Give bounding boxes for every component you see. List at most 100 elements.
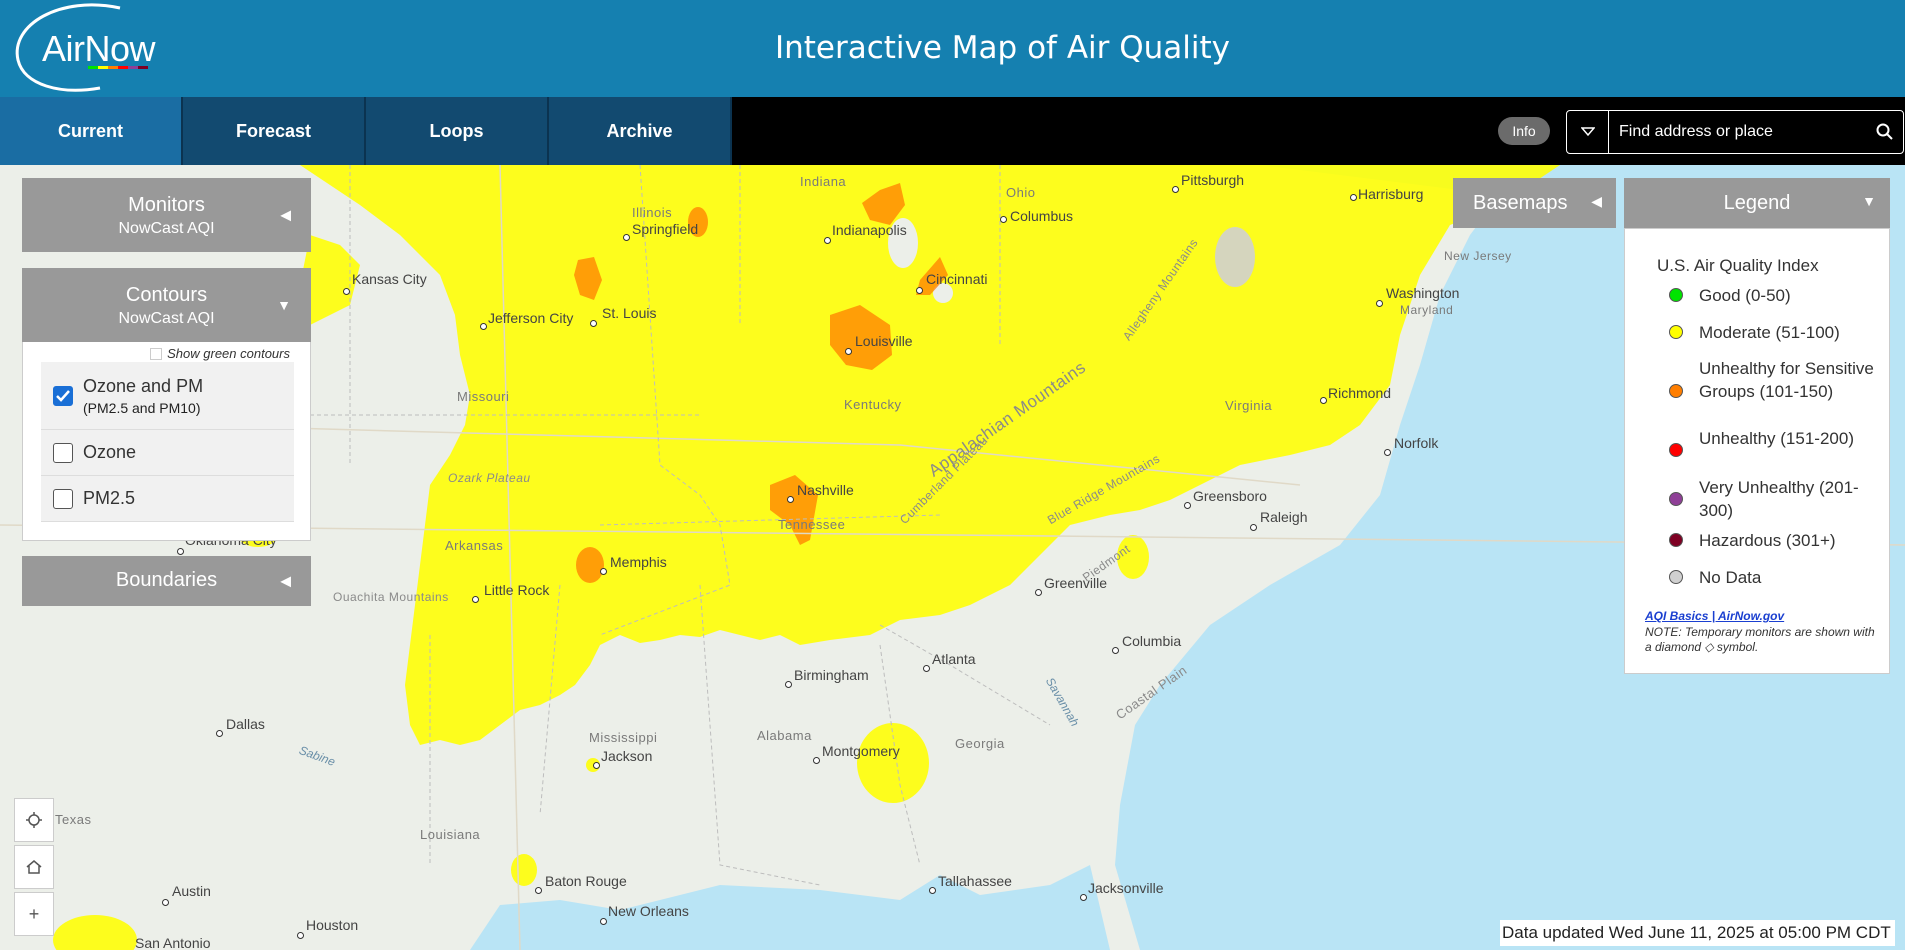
- city-label: Montgomery: [822, 743, 900, 759]
- city-dot: [216, 730, 223, 737]
- legend-panel-body: U.S. Air Quality Index Good (0-50) Moder…: [1624, 228, 1890, 674]
- contours-title: Contours: [125, 284, 208, 306]
- show-green-contours-checkbox[interactable]: [150, 347, 163, 360]
- contours-panel-body: Show green contours Ozone and PM (PM2.5 …: [22, 342, 311, 541]
- city-label: Baton Rouge: [545, 873, 627, 889]
- search-dropdown-button[interactable]: [1567, 111, 1609, 153]
- collapse-left-icon: ◀: [280, 572, 291, 589]
- monitors-panel-header[interactable]: Monitors NowCast AQI ◀: [22, 178, 311, 252]
- search-icon[interactable]: [1875, 122, 1895, 142]
- search-input[interactable]: [1619, 119, 1849, 145]
- city-dot: [600, 918, 607, 925]
- contour-option-ozone-pm[interactable]: Ozone and PM (PM2.5 and PM10): [41, 362, 294, 430]
- legend-item-label: No Data: [1699, 568, 1762, 587]
- aqi-dot-icon: [1669, 288, 1683, 302]
- city-dot: [824, 237, 831, 244]
- state-label: Mississippi: [589, 730, 658, 745]
- home-icon: [26, 860, 42, 874]
- state-label: Indiana: [800, 174, 847, 189]
- basemaps-panel-header[interactable]: Basemaps ◀: [1453, 178, 1616, 228]
- aqi-dot-icon: [1669, 570, 1683, 584]
- city-dot: [1350, 194, 1357, 201]
- state-label: Alabama: [757, 728, 812, 743]
- city-label: Greensboro: [1193, 488, 1267, 504]
- legend-item-label: Good (0-50): [1699, 286, 1791, 305]
- city-dot: [1112, 647, 1119, 654]
- data-updated-status: Data updated Wed June 11, 2025 at 05:00 …: [1500, 920, 1895, 946]
- caret-down-icon: [1580, 127, 1595, 137]
- expand-down-icon: ▼: [1862, 193, 1876, 209]
- city-label: Columbus: [1010, 208, 1074, 224]
- legend-item-label: Very Unhealthy (201-300): [1699, 478, 1859, 520]
- city-dot: [1320, 397, 1327, 404]
- legend-title: U.S. Air Quality Index: [1657, 256, 1819, 275]
- state-label: Maryland: [1400, 303, 1454, 317]
- contours-panel-header[interactable]: Contours NowCast AQI ▼: [22, 268, 311, 342]
- ozone-checkbox[interactable]: [53, 443, 73, 463]
- city-label: San Antonio: [135, 935, 211, 950]
- city-dot: [1184, 502, 1191, 509]
- legend-panel-header[interactable]: Legend ▼: [1624, 178, 1890, 228]
- info-button[interactable]: Info: [1498, 117, 1550, 145]
- city-label: Little Rock: [484, 582, 550, 598]
- ozone-pm-checkbox[interactable]: [53, 386, 73, 406]
- city-label: Springfield: [632, 221, 699, 237]
- expand-down-icon: ▼: [277, 297, 291, 313]
- collapse-left-icon: ◀: [280, 206, 291, 223]
- city-label: Houston: [306, 917, 359, 933]
- city-dot: [1384, 449, 1391, 456]
- tab-loops[interactable]: Loops: [366, 97, 549, 165]
- option-label: Ozone and PM: [83, 376, 204, 396]
- city-label: Jackson: [601, 748, 653, 764]
- aqi-dot-icon: [1669, 492, 1683, 506]
- tab-archive[interactable]: Archive: [549, 97, 732, 165]
- show-green-contours-toggle[interactable]: Show green contours: [150, 346, 290, 361]
- city-label: Indianapolis: [832, 222, 907, 238]
- city-dot: [343, 288, 350, 295]
- legend-item-label: Unhealthy (151-200): [1699, 429, 1854, 448]
- city-label: Cincinnati: [926, 271, 988, 287]
- state-label: Missouri: [457, 389, 510, 404]
- city-label: Jacksonville: [1088, 880, 1164, 896]
- city-dot: [593, 762, 600, 769]
- state-label: Ohio: [1006, 185, 1036, 200]
- legend-header: Legend: [1723, 191, 1791, 214]
- city-label: Atlanta: [932, 651, 976, 667]
- boundaries-panel-header[interactable]: Boundaries ◀: [22, 556, 311, 606]
- legend-note: NOTE: Temporary monitors are shown with …: [1645, 625, 1875, 654]
- city-dot: [472, 596, 479, 603]
- show-green-contours-label: Show green contours: [167, 346, 290, 361]
- boundaries-title: Boundaries: [115, 569, 218, 591]
- option-sublabel: (PM2.5 and PM10): [83, 400, 201, 416]
- zoom-in-button[interactable]: +: [14, 892, 54, 936]
- state-label: Georgia: [955, 736, 1005, 751]
- contours-subtitle: NowCast AQI: [118, 310, 215, 327]
- city-dot: [1000, 216, 1007, 223]
- city-dot: [297, 932, 304, 939]
- contour-option-ozone[interactable]: Ozone: [41, 430, 294, 476]
- tab-current[interactable]: Current: [0, 97, 183, 165]
- city-dot: [600, 568, 607, 575]
- city-label: New Orleans: [608, 903, 689, 919]
- city-dot: [787, 496, 794, 503]
- city-dot: [916, 287, 923, 294]
- state-label: Texas: [55, 812, 92, 827]
- region-label: Ozark Plateau: [448, 471, 531, 485]
- city-label: Tallahassee: [938, 873, 1012, 889]
- city-dot: [1172, 186, 1179, 193]
- aqi-basics-link[interactable]: AQI Basics | AirNow.gov: [1645, 609, 1784, 623]
- monitors-title: Monitors: [128, 194, 205, 216]
- aqi-dot-icon: [1669, 325, 1683, 339]
- tab-forecast[interactable]: Forecast: [183, 97, 366, 165]
- city-dot: [845, 348, 852, 355]
- city-dot: [1376, 300, 1383, 307]
- city-dot: [1250, 524, 1257, 531]
- city-label: Harrisburg: [1358, 186, 1424, 202]
- home-button[interactable]: [14, 845, 54, 889]
- state-label: Illinois: [632, 205, 673, 220]
- pm25-checkbox[interactable]: [53, 489, 73, 509]
- locate-button[interactable]: [14, 798, 54, 842]
- legend-item-label: Unhealthy for Sensitive Groups (101-150): [1699, 359, 1874, 401]
- legend-item-label: Hazardous (301+): [1699, 531, 1836, 550]
- contour-option-pm25[interactable]: PM2.5: [41, 476, 294, 522]
